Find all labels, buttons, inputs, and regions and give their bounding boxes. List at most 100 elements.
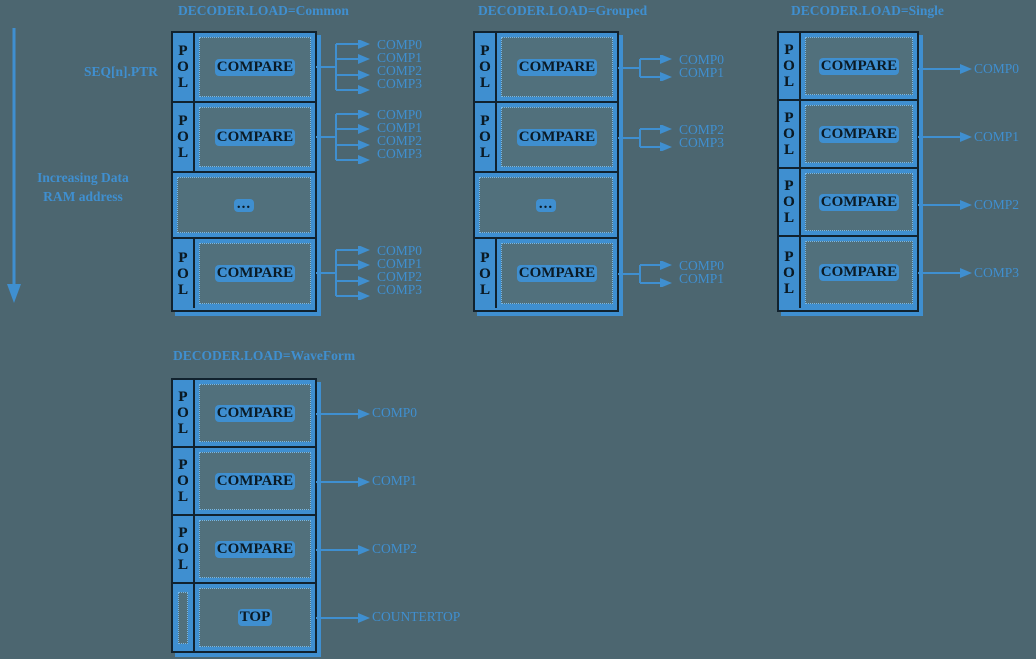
compare-cell[interactable]: COMPARE [501, 107, 613, 167]
pol-letter-o: O [783, 126, 795, 142]
compare-label: COMPARE [818, 264, 900, 281]
ellipsis-cell: ... [177, 177, 311, 233]
pol-letter-l: L [783, 210, 794, 226]
pol-letter-p: P [178, 525, 188, 541]
pol-letter-l: L [177, 281, 188, 298]
ellipsis-cell: ... [479, 177, 613, 233]
compare-cell[interactable]: COMPARE [805, 105, 913, 163]
memory-block[interactable]: P O L COMPARE [779, 33, 917, 101]
compare-cell[interactable]: COMPARE [199, 107, 311, 167]
output-label: COMP1 [679, 271, 725, 286]
output-label: COUNTERTOP [372, 609, 461, 624]
output-labels-group: COMP0 COMP1 COMP2 COMP3 [377, 38, 422, 91]
fanout-connector-4way [316, 40, 370, 94]
compare-cell[interactable]: COMPARE [199, 384, 311, 442]
memory-block[interactable]: P O L COMPARE [475, 239, 617, 308]
compare-label: COMPARE [818, 125, 900, 143]
output-label: COMP2 [372, 541, 418, 556]
output-label: COMP3 [679, 135, 725, 150]
pol-letter-l: L [177, 557, 188, 573]
memory-block[interactable]: P O L COMPARE [779, 101, 917, 169]
pol-column: P O L [173, 516, 195, 582]
output-label: COMP2 [974, 197, 1020, 212]
column-body: P O L COMPARE P O L COMPARE [171, 378, 317, 653]
column-waveform: P O L COMPARE P O L COMPARE P O L COMPAR… [171, 378, 321, 657]
arrow-connector [918, 268, 972, 278]
compare-label: COMPARE [818, 57, 900, 75]
empty-pol-slot [178, 591, 188, 644]
compare-cell[interactable]: COMPARE [805, 241, 913, 304]
compare-label: COMPARE [818, 193, 900, 211]
compare-cell[interactable]: COMPARE [199, 520, 311, 578]
output-label: COMP3 [377, 282, 423, 297]
pol-letter-p: P [784, 178, 794, 194]
output-label: COMP3 [377, 146, 423, 161]
pol-letter-p: P [784, 110, 794, 126]
pol-letter-o: O [177, 129, 189, 145]
memory-block[interactable]: P O L COMPARE [475, 33, 617, 103]
memory-block[interactable]: P O L COMPARE [779, 237, 917, 308]
memory-block[interactable]: P O L COMPARE [173, 448, 315, 516]
output-labels-group: COMP0 COMP1 [679, 259, 725, 286]
compare-label: COMPARE [214, 58, 296, 76]
pol-letter-o: O [177, 405, 189, 421]
arrow-connector [918, 132, 972, 142]
pol-letter-p: P [178, 457, 188, 473]
pol-letter-p: P [178, 249, 188, 266]
compare-cell[interactable]: COMPARE [805, 173, 913, 231]
compare-cell[interactable]: COMPARE [805, 37, 913, 95]
compare-label: COMPARE [214, 128, 296, 146]
memory-block-ellipsis: ... [173, 173, 315, 239]
pol-letter-p: P [480, 249, 490, 266]
pol-letter-l: L [479, 145, 490, 161]
output-label: COMP1 [679, 65, 725, 80]
compare-label: COMPARE [214, 265, 296, 282]
memory-block[interactable]: P O L COMPARE [173, 516, 315, 584]
compare-label: COMPARE [516, 58, 598, 76]
pol-column: P O L [779, 101, 801, 167]
arrow-connector [918, 200, 972, 210]
pol-column: P O L [475, 33, 497, 101]
memory-block[interactable]: P O L COMPARE [173, 239, 315, 308]
compare-cell[interactable]: COMPARE [501, 37, 613, 97]
compare-cell[interactable]: COMPARE [199, 452, 311, 510]
memory-block-top[interactable]: TOP [173, 584, 315, 651]
top-cell[interactable]: TOP [199, 588, 311, 647]
memory-block[interactable]: P O L COMPARE [779, 169, 917, 237]
ellipsis-label: ... [233, 196, 255, 212]
down-arrow-icon [7, 28, 21, 303]
arrow-connector [316, 613, 370, 623]
pol-letter-o: O [479, 129, 491, 145]
compare-cell[interactable]: COMPARE [199, 243, 311, 304]
section-title-grouped: DECODER.LOAD=Grouped [478, 3, 648, 18]
pol-column: P O L [475, 103, 497, 171]
compare-cell[interactable]: COMPARE [199, 37, 311, 97]
output-labels-group: COMP0 COMP1 COMP2 COMP3 [377, 244, 423, 297]
ellipsis-label: ... [535, 196, 557, 212]
pol-letter-o: O [479, 265, 491, 282]
fanout-connector-2way [618, 125, 672, 151]
diagram-canvas: SEQ[n].PTR Increasing Data RAM address D… [0, 0, 1036, 659]
memory-block[interactable]: P O L COMPARE [173, 103, 315, 173]
fanout-connector-2way [618, 261, 672, 287]
compare-cell[interactable]: COMPARE [501, 243, 613, 304]
pol-letter-o: O [783, 264, 795, 281]
pol-letter-o: O [177, 473, 189, 489]
pol-column: P O L [173, 239, 195, 308]
column-body: P O L COMPARE P O L COMPARE [473, 31, 619, 312]
output-label: COMP0 [372, 405, 418, 420]
pol-letter-p: P [178, 389, 188, 405]
fanout-connector-4way [316, 110, 370, 164]
pol-column: P O L [173, 448, 195, 514]
pol-letter-l: L [177, 489, 188, 505]
memory-block[interactable]: P O L COMPARE [475, 103, 617, 173]
output-labels-group: COMP0 COMP1 [679, 53, 725, 80]
compare-label: COMPARE [516, 128, 598, 146]
arrow-connector [316, 477, 370, 487]
compare-label: COMPARE [516, 265, 598, 282]
memory-block[interactable]: P O L COMPARE [173, 33, 315, 103]
memory-block[interactable]: P O L COMPARE [173, 380, 315, 448]
pol-letter-p: P [480, 43, 490, 59]
pol-column: P O L [173, 103, 195, 171]
pol-letter-o: O [479, 59, 491, 75]
